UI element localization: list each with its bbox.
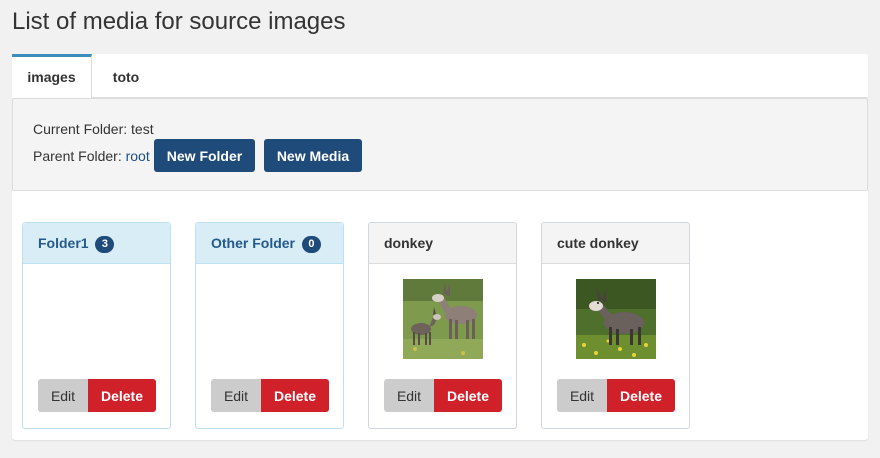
page-title: List of media for source images [12, 8, 346, 35]
parent-folder-line: Parent Folder: root [33, 148, 150, 164]
media-header: donkey [369, 223, 516, 264]
item-count-badge: 0 [301, 236, 321, 253]
new-media-button[interactable]: New Media [264, 139, 362, 172]
media-card: cute donkey Edit Delete [541, 222, 690, 429]
media-name: cute donkey [557, 235, 639, 251]
tab-toto[interactable]: toto [92, 54, 160, 98]
folder-card: Folder1 3 Edit Delete [22, 222, 171, 429]
delete-button[interactable]: Delete [607, 379, 675, 412]
delete-button[interactable]: Delete [261, 379, 329, 412]
parent-folder-link[interactable]: root [126, 148, 150, 164]
donkey-thumbnail[interactable] [403, 279, 483, 359]
edit-button[interactable]: Edit [557, 379, 607, 412]
media-name: donkey [384, 235, 434, 251]
delete-button[interactable]: Delete [434, 379, 502, 412]
delete-button[interactable]: Delete [88, 379, 156, 412]
cute-donkey-image [576, 279, 656, 359]
donkey-image [403, 279, 483, 359]
tab-bar: images toto [12, 54, 868, 98]
parent-folder-label: Parent Folder: [33, 148, 126, 164]
media-header: cute donkey [542, 223, 689, 264]
current-folder-text: Current Folder: test [33, 121, 154, 137]
folder-card: Other Folder 0 Edit Delete [195, 222, 344, 429]
new-folder-button[interactable]: New Folder [154, 139, 255, 172]
edit-button[interactable]: Edit [211, 379, 261, 412]
folder-header[interactable]: Folder1 3 [23, 223, 170, 264]
folder-toolbar: Current Folder: test Parent Folder: root… [12, 98, 868, 191]
folder-name: Folder1 [38, 235, 89, 251]
item-count-badge: 3 [95, 236, 115, 253]
folder-header[interactable]: Other Folder 0 [196, 223, 343, 264]
folder-name: Other Folder [211, 235, 296, 251]
edit-button[interactable]: Edit [384, 379, 434, 412]
cute-donkey-thumbnail[interactable] [576, 279, 656, 359]
tab-panel: Current Folder: test Parent Folder: root… [12, 98, 868, 440]
tab-images[interactable]: images [12, 54, 92, 98]
edit-button[interactable]: Edit [38, 379, 88, 412]
media-card: donkey Edit Delete [368, 222, 517, 429]
